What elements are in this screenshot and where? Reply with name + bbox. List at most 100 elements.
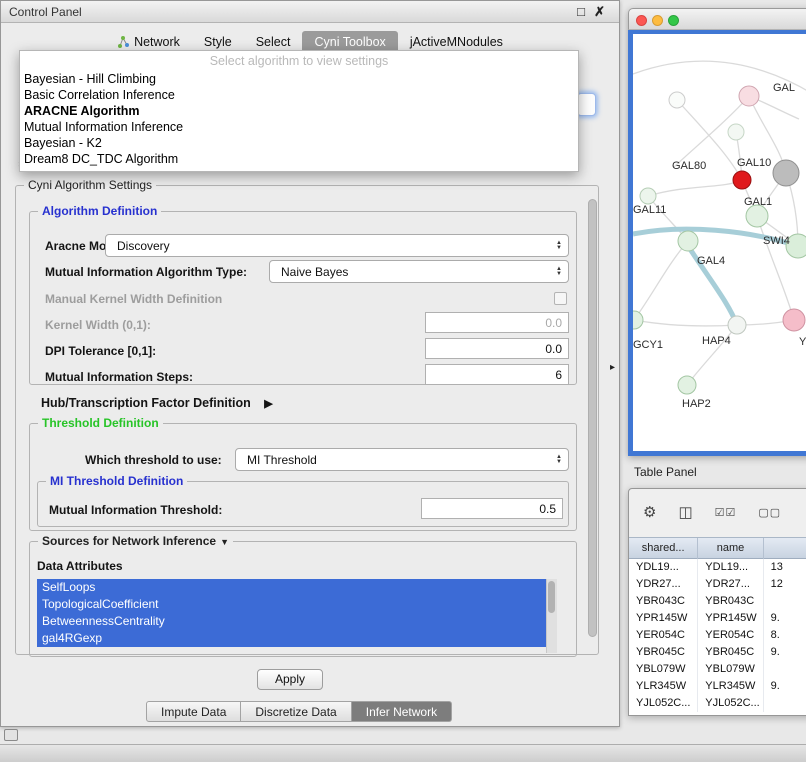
network-node[interactable]: [746, 205, 768, 227]
table-row[interactable]: YJL052C...YJL052C...: [629, 695, 806, 712]
network-node[interactable]: [739, 86, 759, 106]
network-node[interactable]: [678, 231, 698, 251]
select-all-icon[interactable]: ☑☑: [715, 506, 737, 519]
table-row[interactable]: YLR345WYLR345W9.: [629, 678, 806, 695]
minimize-traffic-light[interactable]: [652, 15, 663, 26]
zoom-traffic-light[interactable]: [668, 15, 679, 26]
network-node[interactable]: [640, 188, 656, 204]
network-node[interactable]: [728, 124, 744, 140]
hub-definition-toggle[interactable]: Hub/Transcription Factor Definition ▶: [41, 396, 273, 410]
network-node[interactable]: [783, 309, 805, 331]
control-panel-window: Control Panel □ ✗ Network Style Select C…: [0, 0, 620, 727]
table-cell: YLR345W: [629, 678, 698, 695]
network-edge[interactable]: [757, 216, 794, 320]
attributes-scrollbar-thumb[interactable]: [548, 581, 555, 613]
data-attributes-list: SelfLoopsTopologicalCoefficientBetweenne…: [37, 579, 557, 653]
mi-steps-input[interactable]: [425, 364, 569, 385]
data-attributes-label: Data Attributes: [37, 559, 123, 573]
data-attribute-item[interactable]: BetweennessCentrality: [37, 613, 546, 630]
table-row[interactable]: YDR27...YDR27...12: [629, 576, 806, 593]
table-cell: 8.: [764, 627, 806, 644]
mi-threshold-input[interactable]: [421, 498, 563, 519]
cyni-settings-title: Cyni Algorithm Settings: [24, 178, 156, 192]
minimize-icon[interactable]: □: [577, 4, 585, 19]
attributes-scrollbar[interactable]: [546, 579, 557, 653]
table-cell: YDL19...: [698, 559, 763, 576]
settings-scrollbar[interactable]: [588, 199, 597, 637]
mi-threshold-label: Mutual Information Threshold:: [49, 503, 222, 517]
data-attribute-item[interactable]: TopologicalCoefficient: [37, 596, 546, 613]
table-cell: 13: [764, 559, 806, 576]
table-row[interactable]: YPR145WYPR145W9.: [629, 610, 806, 627]
tab-discretize-data[interactable]: Discretize Data: [241, 701, 351, 722]
window-title: Control Panel: [9, 1, 82, 23]
control-panel-titlebar[interactable]: Control Panel □ ✗: [1, 1, 619, 23]
columns-icon[interactable]: ◫: [678, 503, 692, 521]
node-label: GAL4: [697, 255, 725, 267]
network-edge[interactable]: [634, 320, 737, 326]
algorithm-option[interactable]: Dream8 DC_TDC Algorithm: [20, 151, 578, 167]
hub-definition-label: Hub/Transcription Factor Definition: [41, 396, 251, 410]
network-node[interactable]: [678, 376, 696, 394]
table-row[interactable]: YBR045CYBR045C9.: [629, 644, 806, 661]
panel-collapse-arrow-icon[interactable]: ▸: [610, 362, 615, 373]
network-node[interactable]: [728, 316, 746, 334]
dpi-tolerance-input[interactable]: [425, 338, 569, 359]
column-header[interactable]: [764, 538, 806, 560]
data-attribute-item[interactable]: SelfLoops: [37, 579, 546, 596]
mi-type-select[interactable]: Naive Bayes ▲▼: [269, 260, 569, 283]
table-cell: [764, 661, 806, 678]
node-label: HAP4: [702, 335, 731, 347]
network-canvas[interactable]: GALGAL80GAL10GAL11GAL1SWI4GAL4GCY1HAP4HA…: [628, 30, 806, 456]
network-window-titlebar[interactable]: [628, 8, 806, 30]
column-header[interactable]: name: [698, 538, 763, 560]
table-cell: YBR043C: [698, 593, 763, 610]
algorithm-option[interactable]: Mutual Information Inference: [20, 119, 578, 135]
manual-kernel-checkbox[interactable]: [554, 292, 567, 305]
deselect-all-icon[interactable]: ▢▢: [758, 506, 781, 519]
chevron-right-icon: ▶: [264, 398, 272, 410]
network-edge[interactable]: [687, 325, 737, 385]
node-label: Y: [799, 336, 806, 348]
close-icon[interactable]: ✗: [594, 4, 605, 20]
aracne-mode-value: Discovery: [117, 239, 170, 253]
network-node[interactable]: [633, 311, 643, 329]
network-node[interactable]: [669, 92, 685, 108]
table-cell: 9.: [764, 678, 806, 695]
docked-panel-icon[interactable]: [4, 729, 18, 741]
table-cell: YBL079W: [629, 661, 698, 678]
table-cell: YJL052C...: [629, 695, 698, 712]
column-header[interactable]: shared...: [629, 538, 698, 560]
table-row[interactable]: YER054CYER054C8.: [629, 627, 806, 644]
network-canvas-svg: GALGAL80GAL10GAL11GAL1SWI4GAL4GCY1HAP4HA…: [633, 34, 806, 451]
mi-steps-label: Mutual Information Steps:: [45, 370, 193, 384]
table-row[interactable]: YDL19...YDL19...13: [629, 559, 806, 576]
data-attribute-item[interactable]: gal4RGexp: [37, 630, 546, 647]
dpi-tolerance-label: DPI Tolerance [0,1]:: [45, 344, 156, 358]
network-node[interactable]: [773, 160, 799, 186]
algorithm-option[interactable]: Basic Correlation Inference: [20, 87, 578, 103]
tab-infer-network[interactable]: Infer Network: [352, 701, 452, 722]
which-threshold-select[interactable]: MI Threshold ▲▼: [235, 448, 569, 471]
algorithm-definition-title: Algorithm Definition: [38, 204, 161, 218]
table-cell: YBL079W: [698, 661, 763, 678]
gear-icon[interactable]: ⚙: [643, 503, 656, 521]
network-view-window: GALGAL80GAL10GAL11GAL1SWI4GAL4GCY1HAP4HA…: [628, 8, 806, 456]
apply-button[interactable]: Apply: [257, 669, 323, 690]
close-traffic-light[interactable]: [636, 15, 647, 26]
algorithm-option[interactable]: ARACNE Algorithm: [20, 103, 578, 119]
network-edge[interactable]: [634, 241, 688, 320]
tab-impute-data[interactable]: Impute Data: [146, 701, 241, 722]
network-node[interactable]: [733, 171, 751, 189]
focused-button[interactable]: [577, 93, 596, 116]
algorithm-option[interactable]: Bayesian - Hill Climbing: [20, 71, 578, 87]
network-edge[interactable]: [648, 180, 742, 196]
table-cell: YDR27...: [698, 576, 763, 593]
kernel-width-input[interactable]: [425, 312, 569, 333]
table-row[interactable]: YBL079WYBL079W: [629, 661, 806, 678]
table-cell: YER054C: [698, 627, 763, 644]
algorithm-option[interactable]: Bayesian - K2: [20, 135, 578, 151]
table-row[interactable]: YBR043CYBR043C: [629, 593, 806, 610]
sources-group-title[interactable]: Sources for Network Inference▼: [38, 534, 233, 548]
aracne-mode-select[interactable]: Discovery ▲▼: [105, 234, 569, 257]
